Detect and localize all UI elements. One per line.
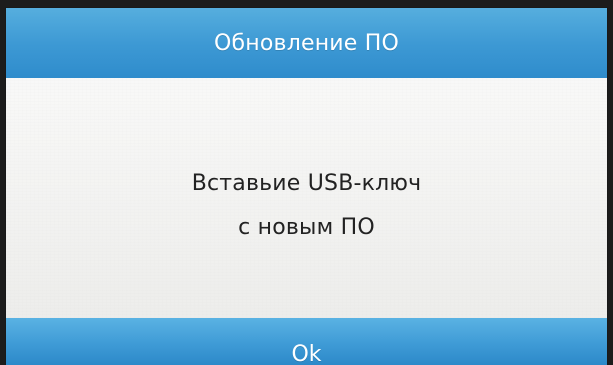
message-line-2: с новым ПО bbox=[238, 215, 375, 240]
ok-button-label: Ok bbox=[291, 342, 322, 365]
device-screen: Обновление ПО Вставьие USB-ключ с новым … bbox=[0, 0, 613, 365]
dialog-content: Вставьие USB-ключ с новым ПО bbox=[6, 78, 607, 318]
update-dialog: Обновление ПО Вставьие USB-ключ с новым … bbox=[6, 8, 607, 365]
message-line-1: Вставьие USB-ключ bbox=[191, 171, 422, 196]
ok-button[interactable]: Ok bbox=[6, 318, 607, 365]
dialog-title: Обновление ПО bbox=[6, 8, 607, 78]
